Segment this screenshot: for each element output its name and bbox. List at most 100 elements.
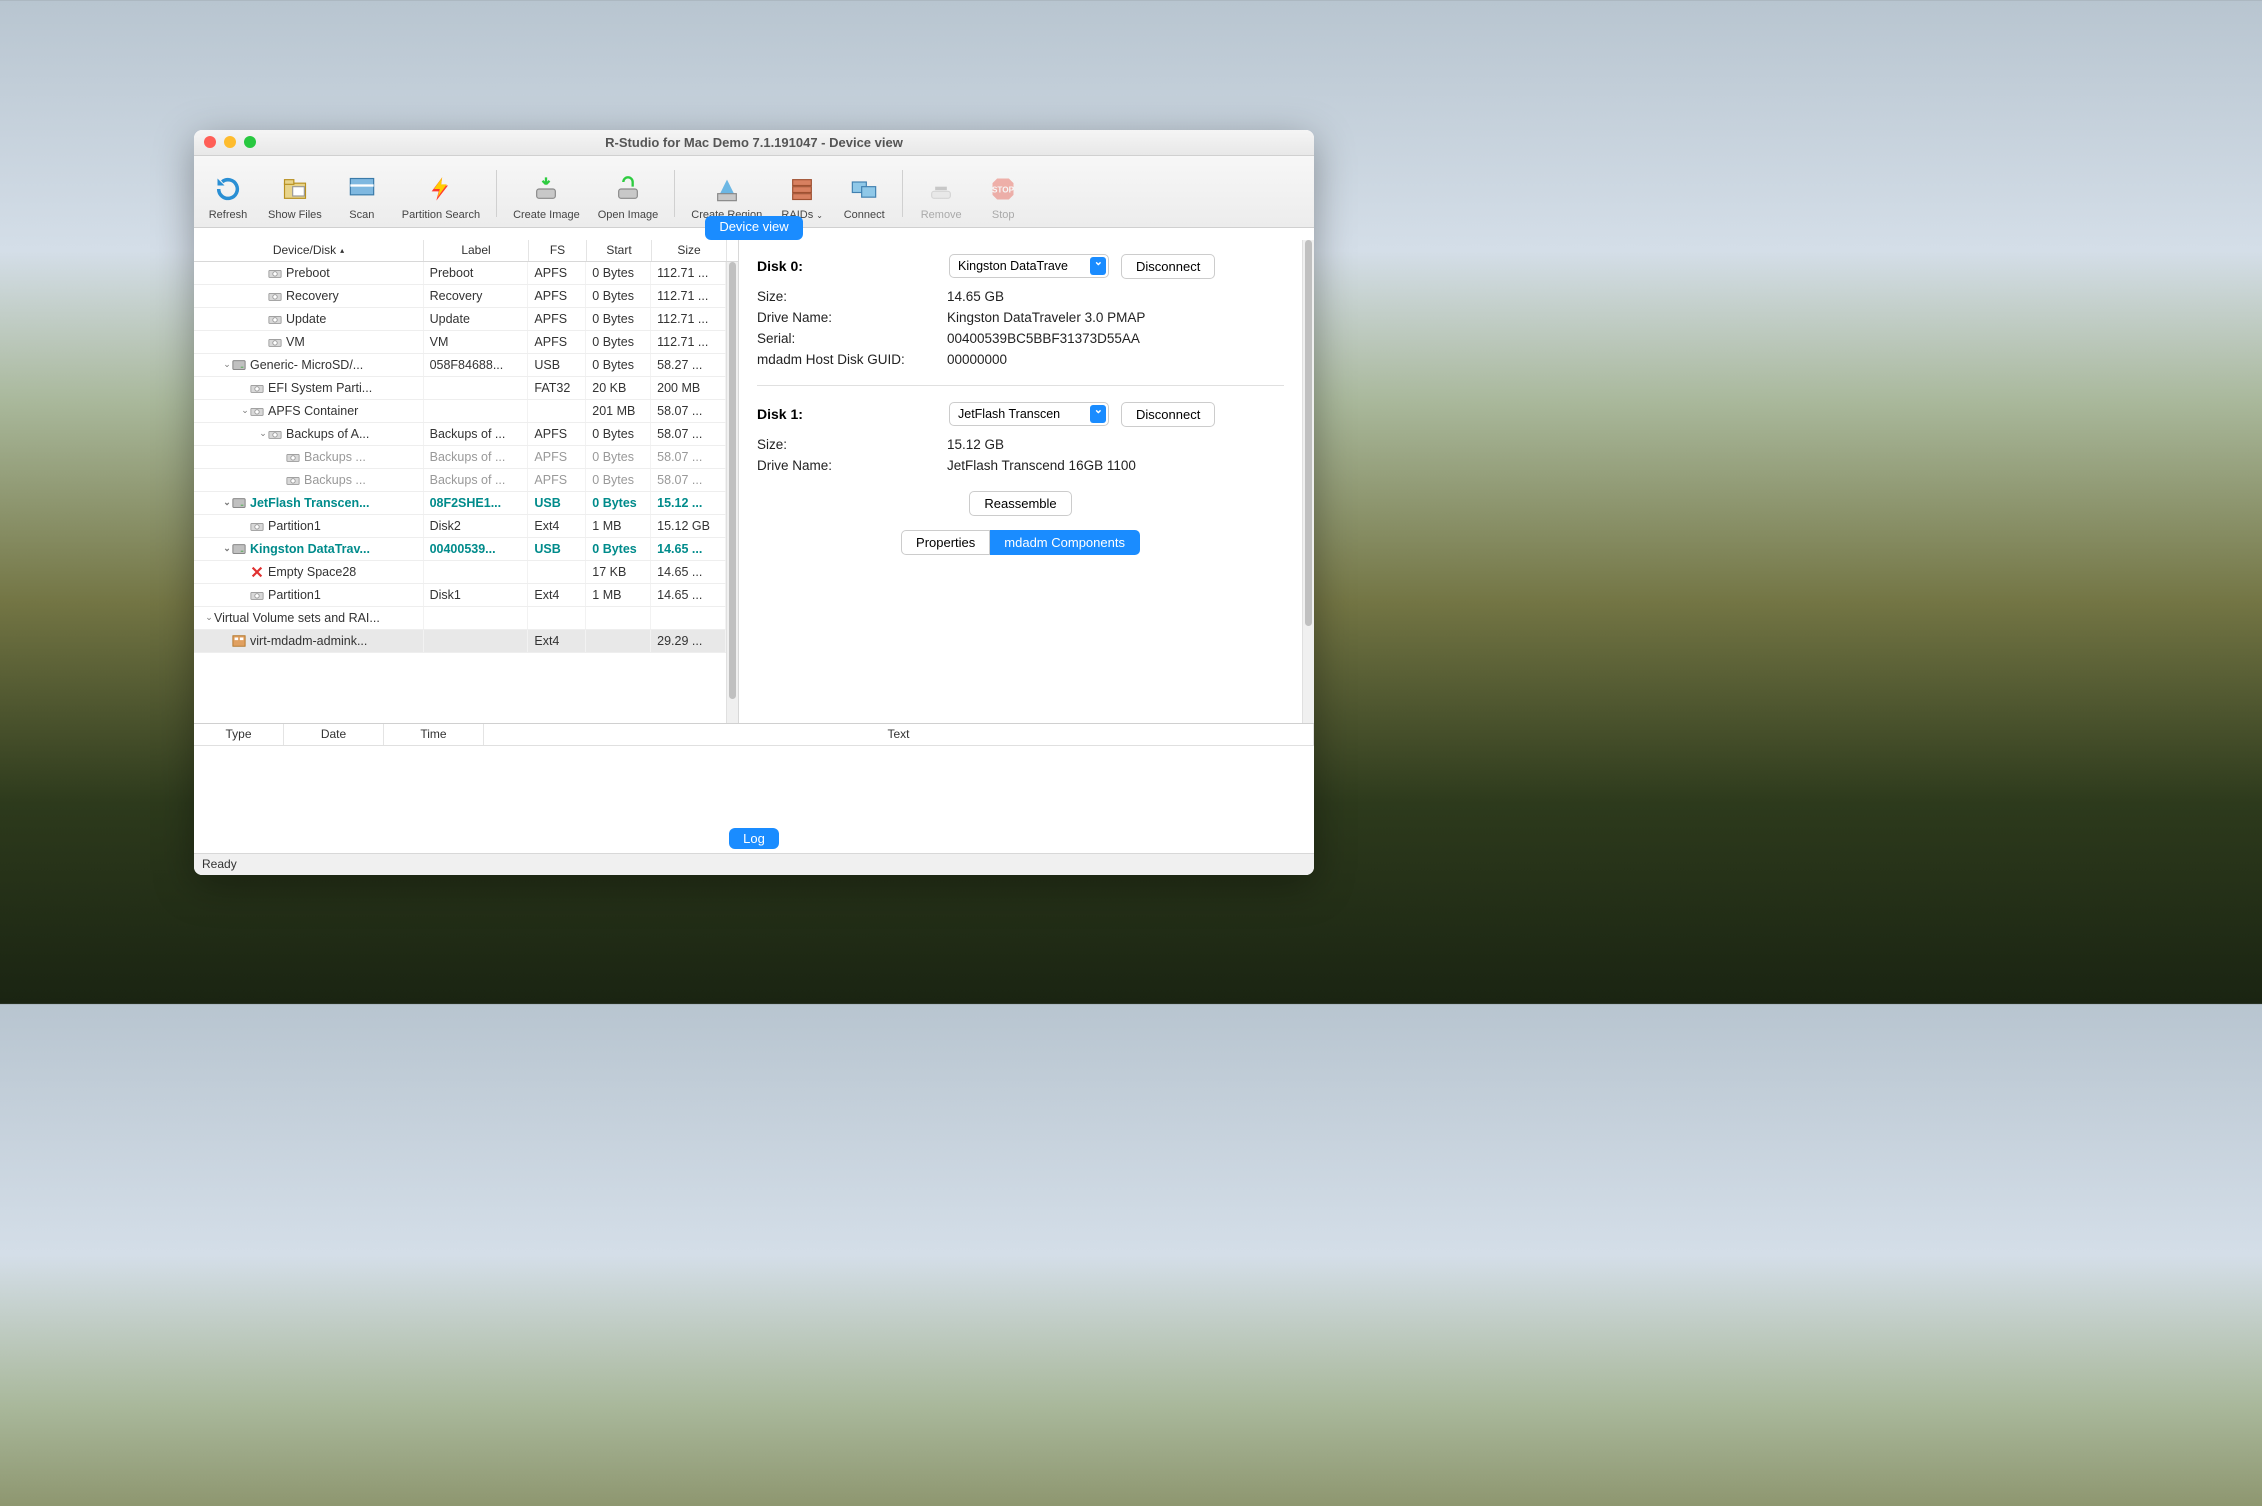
createimage-icon [530, 173, 562, 205]
cell-size: 14.65 ... [651, 584, 726, 606]
tab-log[interactable]: Log [729, 828, 779, 849]
openimage-icon [612, 173, 644, 205]
col-start[interactable]: Start [587, 240, 652, 261]
device-name: EFI System Parti... [268, 381, 372, 395]
disk0-section: Disk 0: Kingston DataTrave Disconnect Si… [757, 254, 1284, 367]
disk1-disconnect-button[interactable]: Disconnect [1121, 402, 1215, 427]
reassemble-button[interactable]: Reassemble [969, 491, 1071, 516]
device-name: virt-mdadm-admink... [250, 634, 367, 648]
chevron-down-icon[interactable]: ⌄ [222, 543, 232, 554]
tree-scrollbar[interactable] [726, 262, 738, 723]
cell-size: 112.71 ... [651, 285, 726, 307]
cell-start: 0 Bytes [586, 354, 651, 376]
device-name: Recovery [286, 289, 339, 303]
table-row[interactable]: Empty Space2817 KB14.65 ... [194, 561, 726, 584]
table-row[interactable]: PrebootPrebootAPFS0 Bytes112.71 ... [194, 262, 726, 285]
cell-label: Recovery [424, 285, 529, 307]
col-fs[interactable]: FS [529, 240, 587, 261]
cell-size: 112.71 ... [651, 308, 726, 330]
table-row[interactable]: UpdateUpdateAPFS0 Bytes112.71 ... [194, 308, 726, 331]
cell-fs: APFS [528, 285, 586, 307]
property-row: Size:14.65 GB [757, 289, 1284, 304]
disk0-disconnect-button[interactable]: Disconnect [1121, 254, 1215, 279]
cell-label [424, 561, 529, 583]
cell-label [424, 630, 529, 652]
table-row[interactable]: Partition1Disk1Ext41 MB14.65 ... [194, 584, 726, 607]
col-device[interactable]: Device/Disk▴ [194, 240, 424, 261]
disk0-select[interactable]: Kingston DataTrave [949, 254, 1109, 278]
prop-key: Drive Name: [757, 458, 947, 473]
prop-value: JetFlash Transcend 16GB 1100 [947, 458, 1284, 473]
tab-mdadm-components[interactable]: mdadm Components [990, 530, 1140, 555]
status-bar: Ready [194, 853, 1314, 875]
chevron-down-icon[interactable]: ⌄ [240, 405, 250, 416]
prop-value: Kingston DataTraveler 3.0 PMAP [947, 310, 1284, 325]
cell-start: 0 Bytes [586, 446, 651, 468]
cell-label: Disk1 [424, 584, 529, 606]
table-row[interactable]: Backups ...Backups of ...APFS0 Bytes58.0… [194, 469, 726, 492]
table-row[interactable]: EFI System Parti...FAT3220 KB200 MB [194, 377, 726, 400]
tab-device-view[interactable]: Device view [705, 216, 802, 240]
view-tab-bar: Device view [194, 216, 1314, 240]
cell-label: Update [424, 308, 529, 330]
cell-fs [528, 561, 586, 583]
table-row[interactable]: VMVMAPFS0 Bytes112.71 ... [194, 331, 726, 354]
chevron-down-icon[interactable]: ⌄ [222, 359, 232, 370]
tab-properties[interactable]: Properties [901, 530, 990, 555]
cell-start: 17 KB [586, 561, 651, 583]
table-row[interactable]: Backups ...Backups of ...APFS0 Bytes58.0… [194, 446, 726, 469]
disk-icon [268, 289, 282, 303]
cell-device: ⌄Generic- MicroSD/... [194, 354, 424, 376]
chevron-down-icon[interactable]: ⌄ [222, 497, 232, 508]
device-tree-panel: Device/Disk▴ Label FS Start Size Preboot… [194, 240, 739, 723]
table-row[interactable]: virt-mdadm-admink...Ext429.29 ... [194, 630, 726, 653]
log-col-date[interactable]: Date [284, 724, 384, 745]
cell-start: 201 MB [586, 400, 651, 422]
cell-start: 0 Bytes [586, 492, 651, 514]
table-row[interactable]: ⌄Generic- MicroSD/...058F84688...USB0 By… [194, 354, 726, 377]
table-row[interactable]: ⌄APFS Container201 MB58.07 ... [194, 400, 726, 423]
table-row[interactable]: ⌄Kingston DataTrav...00400539...USB0 Byt… [194, 538, 726, 561]
cell-start: 1 MB [586, 584, 651, 606]
device-name: Backups ... [304, 473, 366, 487]
log-col-time[interactable]: Time [384, 724, 484, 745]
disk1-section: Disk 1: JetFlash Transcen Disconnect Siz… [757, 402, 1284, 473]
cell-fs: APFS [528, 308, 586, 330]
close-icon[interactable] [204, 136, 216, 148]
cell-device: Preboot [194, 262, 424, 284]
table-row[interactable]: ⌄JetFlash Transcen...08F2SHE1...USB0 Byt… [194, 492, 726, 515]
cell-device: Empty Space28 [194, 561, 424, 583]
cell-device: Recovery [194, 285, 424, 307]
chevron-down-icon[interactable]: ⌄ [258, 428, 268, 439]
remove-icon [925, 173, 957, 205]
table-row[interactable]: RecoveryRecoveryAPFS0 Bytes112.71 ... [194, 285, 726, 308]
chevron-down-icon[interactable]: ⌄ [204, 612, 214, 623]
cell-fs: Ext4 [528, 584, 586, 606]
zoom-icon[interactable] [244, 136, 256, 148]
disk1-select[interactable]: JetFlash Transcen [949, 402, 1109, 426]
titlebar: R-Studio for Mac Demo 7.1.191047 - Devic… [194, 130, 1314, 156]
prop-value: 00400539BC5BBF31373D55AA [947, 331, 1284, 346]
details-panel: Disk 0: Kingston DataTrave Disconnect Si… [739, 240, 1302, 723]
minimize-icon[interactable] [224, 136, 236, 148]
table-row[interactable]: ⌄Virtual Volume sets and RAI... [194, 607, 726, 630]
tree-body[interactable]: PrebootPrebootAPFS0 Bytes112.71 ...Recov… [194, 262, 726, 723]
prop-key: Drive Name: [757, 310, 947, 325]
scan-icon [346, 173, 378, 205]
cell-device: Backups ... [194, 469, 424, 491]
cell-start: 20 KB [586, 377, 651, 399]
cell-device: Partition1 [194, 584, 424, 606]
cell-label: 058F84688... [424, 354, 529, 376]
col-label[interactable]: Label [424, 240, 529, 261]
cell-start: 0 Bytes [586, 469, 651, 491]
cell-fs: APFS [528, 446, 586, 468]
col-size[interactable]: Size [652, 240, 727, 261]
cell-size: 29.29 ... [651, 630, 726, 652]
details-scrollbar[interactable] [1302, 240, 1314, 723]
log-col-text[interactable]: Text [484, 724, 1314, 745]
table-row[interactable]: ⌄Backups of A...Backups of ...APFS0 Byte… [194, 423, 726, 446]
cell-label [424, 607, 529, 629]
table-row[interactable]: Partition1Disk2Ext41 MB15.12 GB [194, 515, 726, 538]
prop-value: 00000000 [947, 352, 1284, 367]
log-col-type[interactable]: Type [194, 724, 284, 745]
